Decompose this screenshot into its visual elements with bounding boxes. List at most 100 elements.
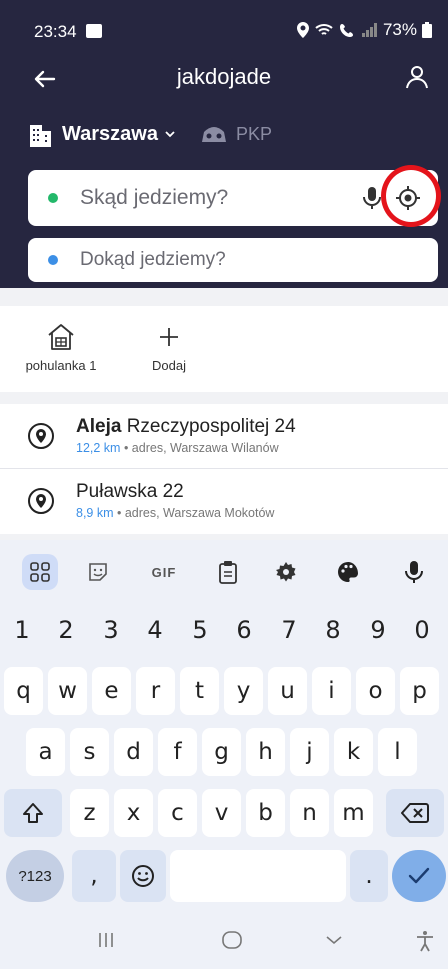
key[interactable]: 5 [178,606,222,654]
shortcut-label: Dodaj [152,358,186,373]
plus-icon [160,328,178,346]
key[interactable]: i [312,667,351,715]
destination-dot-icon [48,255,58,265]
emoji-icon [132,865,154,887]
key[interactable]: 3 [89,606,133,654]
key[interactable]: j [290,728,329,776]
highlight-circle [381,165,441,227]
key[interactable]: c [158,789,197,837]
key[interactable]: k [334,728,373,776]
key[interactable]: e [92,667,131,715]
key[interactable]: 2 [44,606,88,654]
key[interactable]: h [246,728,285,776]
key[interactable]: r [136,667,175,715]
settings-icon[interactable] [268,554,304,590]
keyboard-row-2: a s d f g h j k l [0,728,448,780]
keyboard-number-row: 1 2 3 4 5 6 7 8 9 0 [0,606,448,658]
accessibility-icon[interactable] [414,930,436,952]
shift-key[interactable] [4,789,62,837]
shortcut-home[interactable]: pohulanka 1 [16,322,106,373]
list-item[interactable]: Aleja Rzeczypospolitej 24 12,2 km • adre… [0,404,448,469]
key[interactable]: u [268,667,307,715]
palette-icon[interactable] [330,554,366,590]
backspace-key[interactable] [386,789,444,837]
mic-icon[interactable] [362,186,382,210]
key[interactable]: q [4,667,43,715]
result-subtitle: 8,9 km • adres, Warszawa Mokotów [76,506,275,520]
symbols-key[interactable]: ?123 [6,850,64,902]
result-title: Aleja Rzeczypospolitej 24 [76,416,296,437]
period-key[interactable]: . [350,850,388,902]
emoji-key[interactable] [120,850,166,902]
key[interactable]: v [202,789,241,837]
app-header: 23:34 73% jakdojade Warszawa PKP [0,0,448,288]
key[interactable]: y [224,667,263,715]
suggestions-list: Aleja Rzeczypospolitej 24 12,2 km • adre… [0,404,448,534]
to-field[interactable] [28,238,438,282]
key[interactable]: m [334,789,373,837]
map-pin-icon [28,423,54,449]
key[interactable]: x [114,789,153,837]
key[interactable]: f [158,728,197,776]
gif-button[interactable]: GIF [146,554,182,590]
key[interactable]: 9 [356,606,400,654]
recent-apps-icon[interactable] [96,930,116,950]
key[interactable]: o [356,667,395,715]
key[interactable]: b [246,789,285,837]
shortcut-label: pohulanka 1 [25,358,97,373]
from-field[interactable] [28,170,438,226]
status-indicators: 73% [296,20,432,40]
city-selector[interactable]: Warszawa PKP [28,118,272,150]
key[interactable]: g [202,728,241,776]
keyboard-row-1: q w e r t y u i o p [0,667,448,719]
call-icon [339,24,353,37]
home-icon [48,324,74,350]
status-bar: 23:34 73% [0,0,448,60]
clipboard-icon[interactable] [210,554,246,590]
key[interactable]: 4 [133,606,177,654]
to-input[interactable] [80,249,350,271]
key[interactable]: 8 [311,606,355,654]
key[interactable]: s [70,728,109,776]
comma-key[interactable]: , [72,850,116,902]
status-time: 23:34 [34,22,77,41]
top-bar: jakdojade [0,58,448,98]
sticker-icon[interactable] [80,554,116,590]
key[interactable]: 0 [400,606,444,654]
key[interactable]: 1 [0,606,44,654]
home-button-icon[interactable] [220,930,244,950]
battery-percent: 73% [382,20,417,39]
key[interactable]: a [26,728,65,776]
from-input[interactable] [80,186,350,210]
location-icon [296,22,309,38]
key[interactable]: d [114,728,153,776]
key[interactable]: z [70,789,109,837]
key[interactable]: 7 [267,606,311,654]
chevron-down-icon[interactable] [324,930,344,950]
key[interactable]: p [400,667,439,715]
battery-icon [422,22,432,38]
keyboard-mic-icon[interactable] [396,554,432,590]
result-subtitle: 12,2 km • adres, Warszawa Wilanów [76,441,279,455]
train-icon[interactable] [200,122,228,146]
system-nav-bar [0,918,448,969]
key[interactable]: w [48,667,87,715]
key[interactable]: t [180,667,219,715]
shift-icon [23,803,43,823]
chevron-down-icon [165,131,175,138]
enter-key[interactable] [392,850,446,902]
shortcut-add[interactable]: Dodaj [124,322,214,373]
wifi-icon [315,24,333,35]
key[interactable]: 6 [222,606,266,654]
saved-places: pohulanka 1 Dodaj [0,306,448,392]
backspace-icon [401,803,429,823]
space-key[interactable] [170,850,346,902]
key[interactable]: n [290,789,329,837]
user-icon[interactable] [404,64,430,90]
map-pin-icon [28,488,54,514]
apps-grid-icon[interactable] [22,554,58,590]
city-name: Warszawa [62,122,158,145]
key[interactable]: l [378,728,417,776]
pkp-label[interactable]: PKP [236,124,272,145]
list-item[interactable]: Puławska 22 8,9 km • adres, Warszawa Mok… [0,469,448,534]
